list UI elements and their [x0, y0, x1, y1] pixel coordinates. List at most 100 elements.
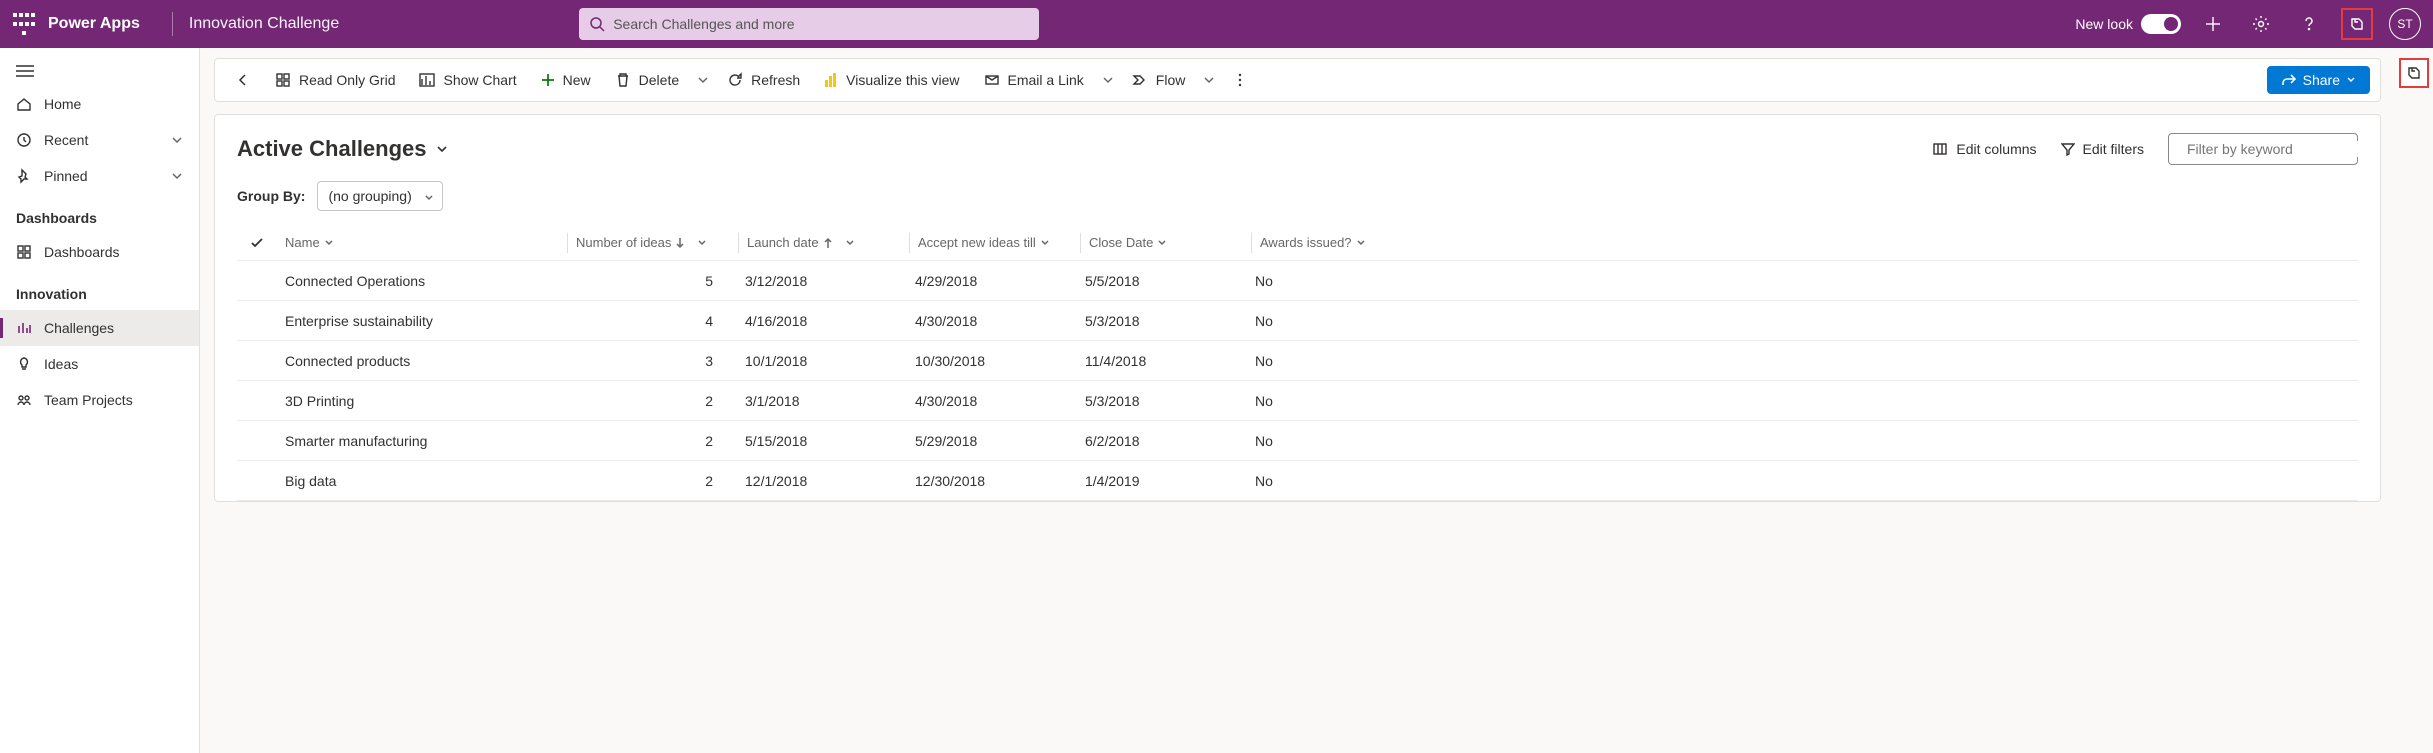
flow-button[interactable]: Flow	[1122, 66, 1196, 94]
cmd-label: Share	[2303, 72, 2340, 88]
lightbulb-icon	[16, 356, 32, 372]
column-header-close[interactable]: Close Date	[1081, 235, 1251, 250]
sidebar-item-challenges[interactable]: Challenges	[0, 310, 199, 346]
sidebar-item-pinned[interactable]: Pinned	[0, 158, 199, 194]
column-header-launch[interactable]: Launch date	[739, 235, 909, 250]
email-split[interactable]	[1098, 68, 1118, 92]
new-look-toggle[interactable]: New look	[2075, 14, 2181, 34]
question-icon	[2300, 15, 2318, 33]
sidebar-item-ideas[interactable]: Ideas	[0, 346, 199, 382]
overflow-button[interactable]	[1223, 66, 1257, 94]
arrow-left-icon	[235, 72, 251, 88]
table-row[interactable]: 3D Printing 2 3/1/2018 4/30/2018 5/3/201…	[237, 381, 2358, 421]
cell-accept: 4/30/2018	[907, 393, 1077, 409]
column-header-name[interactable]: Name	[277, 235, 567, 250]
table-row[interactable]: Smarter manufacturing 2 5/15/2018 5/29/2…	[237, 421, 2358, 461]
sidebar-heading-innovation: Innovation	[0, 270, 199, 310]
view-title[interactable]: Active Challenges	[237, 136, 449, 162]
copilot-panel-toggle	[2395, 48, 2433, 753]
cell-close: 1/4/2019	[1077, 473, 1247, 489]
filter-keyword[interactable]	[2168, 133, 2358, 165]
sidebar-item-label: Home	[44, 96, 81, 112]
toggle-icon[interactable]	[2141, 14, 2181, 34]
cell-name: 3D Printing	[277, 393, 567, 409]
cell-launch: 3/12/2018	[737, 273, 907, 289]
edit-filters-button[interactable]: Edit filters	[2061, 141, 2144, 157]
delete-button[interactable]: Delete	[605, 66, 689, 94]
table-row[interactable]: Connected Operations 5 3/12/2018 4/29/20…	[237, 261, 2358, 301]
chevron-down-icon	[171, 170, 183, 182]
chevron-down-icon	[1203, 74, 1215, 86]
read-only-grid-button[interactable]: Read Only Grid	[265, 66, 405, 94]
cmd-label: Visualize this view	[846, 72, 959, 88]
filter-input[interactable]	[2187, 141, 2368, 157]
sidebar-item-team-projects[interactable]: Team Projects	[0, 382, 199, 418]
table-row[interactable]: Big data 2 12/1/2018 12/30/2018 1/4/2019…	[237, 461, 2358, 501]
delete-split[interactable]	[693, 68, 713, 92]
table-row[interactable]: Connected products 3 10/1/2018 10/30/201…	[237, 341, 2358, 381]
sidebar: Home Recent Pinned Dashboards Dashboards…	[0, 48, 200, 753]
gear-icon	[2252, 15, 2270, 33]
email-link-button[interactable]: Email a Link	[974, 66, 1094, 94]
avatar[interactable]: ST	[2389, 8, 2421, 40]
flow-split[interactable]	[1199, 68, 1219, 92]
app-launcher-icon[interactable]	[12, 12, 36, 36]
sidebar-item-dashboards[interactable]: Dashboards	[0, 234, 199, 270]
group-by: Group By: (no grouping)	[237, 181, 2358, 211]
columns-icon	[1932, 141, 1948, 157]
cmd-label: Email a Link	[1008, 72, 1084, 88]
global-search[interactable]	[579, 8, 1039, 40]
cell-awards: No	[1247, 393, 1527, 409]
edit-columns-button[interactable]: Edit columns	[1932, 141, 2036, 157]
trash-icon	[615, 72, 631, 88]
cell-accept: 4/29/2018	[907, 273, 1077, 289]
cell-close: 6/2/2018	[1077, 433, 1247, 449]
cell-ideas: 4	[567, 313, 737, 329]
column-header-awards[interactable]: Awards issued?	[1252, 235, 1532, 250]
copilot-button-side[interactable]	[2399, 58, 2429, 88]
help-button[interactable]	[2293, 8, 2325, 40]
cell-name: Big data	[277, 473, 567, 489]
table-row[interactable]: Enterprise sustainability 4 4/16/2018 4/…	[237, 301, 2358, 341]
visualize-button[interactable]: Visualize this view	[814, 66, 969, 94]
chevron-down-icon	[424, 193, 434, 203]
sidebar-item-label: Team Projects	[44, 392, 133, 408]
back-button[interactable]	[225, 66, 261, 94]
group-by-select[interactable]: (no grouping)	[317, 181, 442, 211]
refresh-button[interactable]: Refresh	[717, 66, 810, 94]
cell-accept: 5/29/2018	[907, 433, 1077, 449]
sidebar-item-home[interactable]: Home	[0, 86, 199, 122]
add-button[interactable]	[2197, 8, 2229, 40]
table-header: Name Number of ideas Launch date	[237, 225, 2358, 261]
cell-ideas: 2	[567, 393, 737, 409]
new-button[interactable]: New	[531, 66, 601, 94]
filter-icon	[2061, 142, 2075, 156]
copilot-icon	[2405, 64, 2423, 82]
check-icon	[250, 236, 264, 250]
cell-launch: 5/15/2018	[737, 433, 907, 449]
sidebar-item-recent[interactable]: Recent	[0, 122, 199, 158]
search-input[interactable]	[613, 16, 1029, 32]
app-sub-title: Innovation Challenge	[189, 15, 339, 33]
settings-button[interactable]	[2245, 8, 2277, 40]
cell-awards: No	[1247, 353, 1527, 369]
cell-ideas: 2	[567, 433, 737, 449]
flow-icon	[1132, 72, 1148, 88]
chevron-down-icon	[697, 238, 707, 248]
cell-launch: 4/16/2018	[737, 313, 907, 329]
copilot-button-top[interactable]	[2341, 8, 2373, 40]
chevron-down-icon	[1356, 238, 1366, 248]
show-chart-button[interactable]: Show Chart	[409, 66, 526, 94]
chevron-down-icon	[2346, 75, 2356, 85]
sidebar-item-label: Dashboards	[44, 244, 120, 260]
sidebar-item-label: Recent	[44, 132, 88, 148]
team-icon	[16, 392, 32, 408]
sidebar-toggle[interactable]	[0, 56, 199, 86]
select-all-checkbox[interactable]	[237, 236, 277, 250]
search-icon	[589, 16, 605, 32]
cell-launch: 10/1/2018	[737, 353, 907, 369]
command-bar: Read Only Grid Show Chart New Delete	[214, 58, 2381, 102]
share-button[interactable]: Share	[2267, 66, 2370, 94]
column-header-accept[interactable]: Accept new ideas till	[910, 235, 1080, 250]
column-header-ideas[interactable]: Number of ideas	[568, 235, 738, 250]
